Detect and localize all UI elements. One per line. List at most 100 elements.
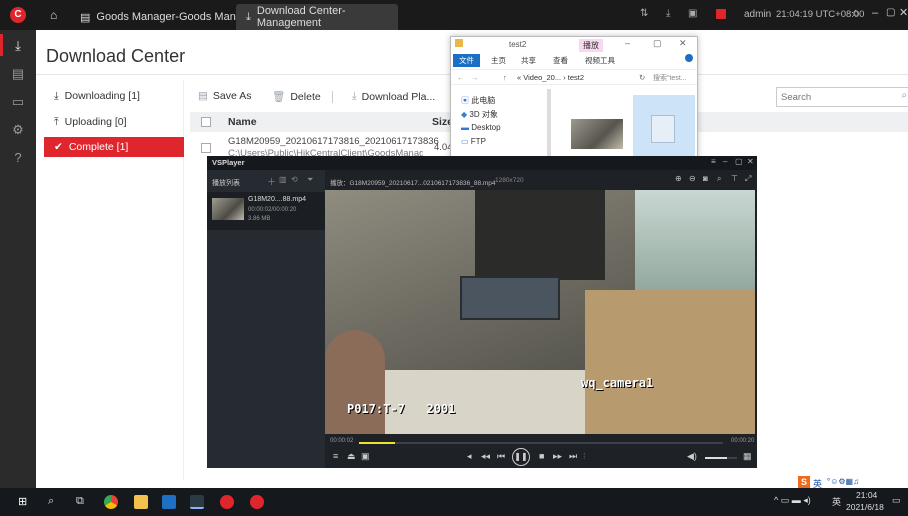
alarm-icon[interactable] xyxy=(716,9,726,19)
download-tray-icon[interactable]: ⤓ xyxy=(666,8,670,19)
tray-icons[interactable]: ^ ▭ ▬ ◂) xyxy=(774,495,811,506)
selected-file[interactable] xyxy=(633,95,695,159)
home-icon[interactable]: ⌂ xyxy=(50,8,57,22)
zoom-out-icon[interactable]: ⊖ xyxy=(689,174,696,183)
outlook-icon[interactable] xyxy=(162,495,176,509)
tray-ime[interactable]: 英 xyxy=(832,495,841,508)
stop-icon[interactable]: ■ xyxy=(539,451,544,461)
sidebar-item-complete[interactable]: ✔ Complete [1] xyxy=(44,137,184,157)
address-path[interactable]: « Video_20... › test2 xyxy=(517,73,635,82)
search-icon[interactable]: ⌕ xyxy=(901,90,907,101)
ribbon-tab-home[interactable]: 主页 xyxy=(491,55,506,66)
refresh-icon[interactable]: ↻ xyxy=(639,73,645,82)
settings-icon[interactable]: ⚙ xyxy=(10,122,26,138)
task-view-icon[interactable]: ⧉ xyxy=(76,495,90,509)
record-app-icon[interactable] xyxy=(220,495,234,509)
fullscreen-icon[interactable]: ⤢ xyxy=(745,174,751,184)
lock-icon[interactable]: ▣ xyxy=(688,8,697,19)
search-input[interactable] xyxy=(777,88,887,106)
ribbon-tab-view[interactable]: 查看 xyxy=(553,55,568,66)
filter-icon[interactable]: ⏷ xyxy=(307,175,313,185)
username[interactable]: admin xyxy=(744,9,771,20)
delete-button[interactable]: 🗑 Delete xyxy=(272,90,321,104)
maximize-icon[interactable]: ▢ xyxy=(653,38,662,49)
tree-item-desktop[interactable]: ▬ Desktop xyxy=(461,123,551,137)
lock-screen-icon[interactable]: ⌂ xyxy=(852,7,859,19)
volume-slider[interactable] xyxy=(705,457,737,459)
minimize-icon[interactable]: – xyxy=(625,38,630,48)
tab-download-center[interactable]: ⤓ Download Center-Management xyxy=(236,4,398,30)
tree-item-3d-objects[interactable]: ◆ 3D 对象 xyxy=(461,109,551,123)
sort-icon[interactable]: ⇅ xyxy=(640,8,648,19)
row-checkbox[interactable] xyxy=(201,143,211,153)
minimize-icon[interactable]: – xyxy=(723,157,727,166)
back-icon[interactable]: ← xyxy=(457,73,465,82)
prev-frame-icon[interactable]: ◂ xyxy=(467,451,472,462)
play-context-tab[interactable]: 播放 xyxy=(579,39,603,52)
playlist-toggle-icon[interactable]: ≡ xyxy=(333,451,338,461)
download-icon: ⤓ xyxy=(352,90,357,102)
explorer-search[interactable]: 搜索"test... xyxy=(653,73,695,83)
select-all-checkbox[interactable] xyxy=(201,117,211,127)
delete-icon[interactable]: ▥ xyxy=(279,175,287,184)
tree-item-this-pc[interactable]: ▣ 此电脑 xyxy=(461,95,551,109)
minimize-icon[interactable]: – xyxy=(872,7,878,19)
notification-icon[interactable]: ▭ xyxy=(892,495,901,506)
pin-icon[interactable]: ⊤ xyxy=(731,174,738,183)
hikcentral-icon[interactable] xyxy=(250,495,264,509)
column-header-name[interactable]: Name xyxy=(228,116,257,128)
add-icon[interactable]: ＋ xyxy=(267,175,276,188)
tree-item-ftp[interactable]: ▭ FTP xyxy=(461,137,551,151)
maximize-icon[interactable]: ▢ xyxy=(735,157,743,166)
close-icon[interactable]: ✕ xyxy=(747,157,754,166)
search-icon[interactable]: ⌕ xyxy=(717,174,721,184)
chrome-icon[interactable] xyxy=(104,495,118,509)
menu-icon[interactable]: ≡ xyxy=(711,157,716,166)
sidebar-item-downloading[interactable]: ⤓ Downloading [1] xyxy=(44,86,184,106)
slow-icon[interactable]: ◂◂ xyxy=(481,451,490,462)
computer-icon: ▣ xyxy=(461,96,469,105)
file-title: 播放：G18M20959_20210617...0210617173836_88… xyxy=(330,180,496,187)
help-icon[interactable] xyxy=(685,54,693,62)
playlist-item[interactable]: G18M20....88.mp4 00:00:02/00:00:20 3.86 … xyxy=(207,192,325,230)
file-explorer-window: test2 播放 – ▢ ✕ 文件 主页 共享 查看 视频工具 ← → ↑ « … xyxy=(450,36,698,160)
taskbar-time[interactable]: 21:04 xyxy=(856,490,877,500)
loop-icon[interactable]: ⟲ xyxy=(291,175,298,184)
more-icon[interactable]: ⁞ xyxy=(583,451,586,461)
grid-icon[interactable]: ▦ xyxy=(743,451,752,462)
volume-icon[interactable]: ◀) xyxy=(687,451,697,462)
forward-icon[interactable]: → xyxy=(471,73,479,82)
search-box[interactable]: ⌕ xyxy=(776,87,908,107)
report-icon[interactable]: ▤ xyxy=(10,66,26,82)
ribbon-tab-share[interactable]: 共享 xyxy=(521,55,536,66)
download-center-icon[interactable]: ⤓ xyxy=(10,38,26,54)
scrollbar[interactable] xyxy=(547,89,551,159)
folder-icon[interactable]: ▭ xyxy=(10,94,26,110)
rewind-icon[interactable]: ⏮ xyxy=(497,451,505,462)
next-frame-icon[interactable]: ▸▸ xyxy=(553,451,562,462)
eject-icon[interactable]: ⏏ xyxy=(347,451,356,462)
zoom-icon[interactable]: ⊕ xyxy=(675,174,682,183)
video-thumbnail[interactable] xyxy=(571,119,623,149)
sidebar-item-uploading[interactable]: ⤒ Uploading [0] xyxy=(44,112,184,132)
search-icon[interactable]: ⌕ xyxy=(48,495,62,509)
pause-button[interactable]: ❚❚ xyxy=(512,448,530,466)
ribbon-tab-video-tools[interactable]: 视频工具 xyxy=(585,55,615,66)
camera-overlay: wq_camera1 xyxy=(581,376,654,390)
close-icon[interactable]: ✕ xyxy=(679,38,687,49)
lock-icon[interactable]: ▣ xyxy=(361,451,370,462)
help-icon[interactable]: ? xyxy=(10,150,26,166)
seek-track[interactable] xyxy=(359,442,723,444)
save-as-button[interactable]: ▤ Save As xyxy=(198,90,251,102)
ribbon-tab-file[interactable]: 文件 xyxy=(453,54,480,67)
up-icon[interactable]: ↑ xyxy=(503,73,507,82)
file-explorer-icon[interactable] xyxy=(134,495,148,509)
close-icon[interactable]: ✕ xyxy=(899,6,908,19)
snapshot-icon[interactable]: ◙ xyxy=(703,174,708,183)
taskbar-date[interactable]: 2021/6/18 xyxy=(846,502,884,512)
vsplayer-icon[interactable] xyxy=(190,495,204,509)
fast-icon[interactable]: ⏭ xyxy=(569,451,577,462)
download-player-button[interactable]: ⤓ Download Pla... xyxy=(352,90,435,103)
windows-start-icon[interactable]: ⊞ xyxy=(18,495,32,509)
restore-icon[interactable]: ▢ xyxy=(886,7,895,18)
